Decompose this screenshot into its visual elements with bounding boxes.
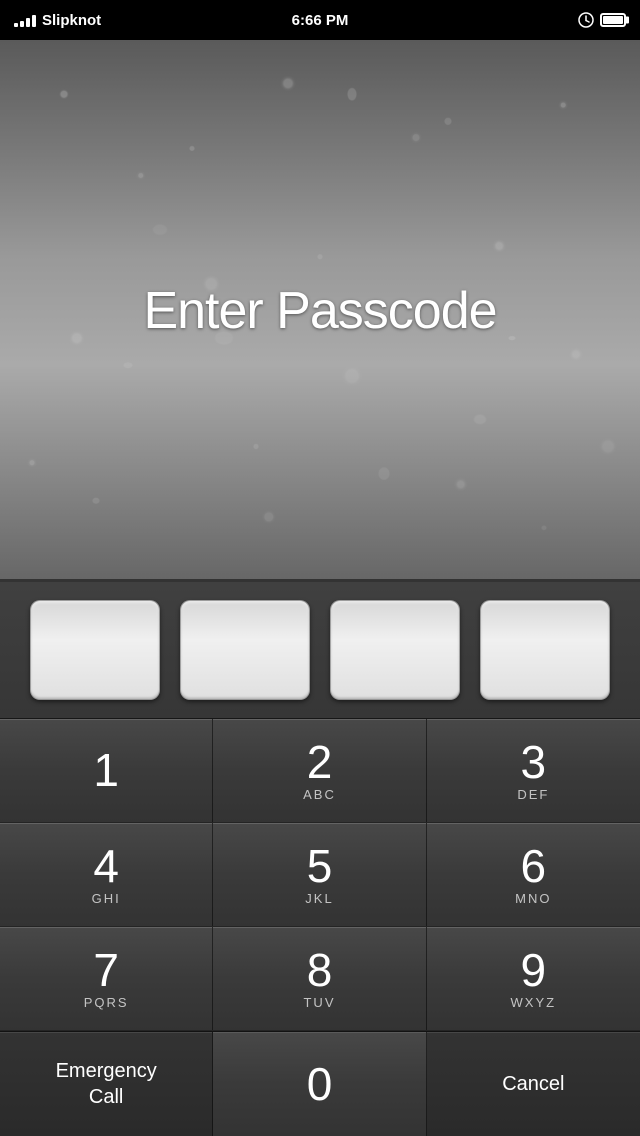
key-2-button[interactable]: 2 ABC [213,719,426,823]
emergency-call-button[interactable]: EmergencyCall [0,1032,213,1136]
key-5-letters: JKL [305,891,333,906]
key-6-number: 6 [521,843,547,889]
wallpaper-area: Enter Passcode [0,40,640,582]
app: Slipknot 6:66 PM Enter Passcode [0,0,640,1136]
key-1-number: 1 [93,747,119,793]
keypad-area: 1 2 ABC 3 DEF 4 GHI 5 JKL 6 MNO 7 PQRS 8 TUV 9 WXYZ Emer… [0,582,640,1136]
key-4-number: 4 [93,843,119,889]
passcode-box-3 [330,600,460,700]
time-display: 6:66 PM [292,12,349,29]
key-8-letters: TUV [303,995,335,1010]
key-3-number: 3 [521,739,547,785]
number-grid: 1 2 ABC 3 DEF 4 GHI 5 JKL 6 MNO 7 PQRS 8 TUV 9 WXYZ [0,718,640,1031]
passcode-title: Enter Passcode [143,281,496,341]
key-7-button[interactable]: 7 PQRS [0,927,213,1031]
bottom-row: EmergencyCall 0 Cancel [0,1031,640,1136]
key-5-number: 5 [307,843,333,889]
status-left: Slipknot [14,12,101,29]
key-7-letters: PQRS [84,995,129,1010]
key-2-number: 2 [307,739,333,785]
status-right [578,12,626,28]
clock-icon [578,12,594,28]
passcode-box-1 [30,600,160,700]
key-5-button[interactable]: 5 JKL [213,823,426,927]
cancel-label: Cancel [502,1071,564,1097]
key-3-button[interactable]: 3 DEF [427,719,640,823]
key-2-letters: ABC [303,787,336,802]
signal-bars-icon [14,13,36,27]
key-1-button[interactable]: 1 [0,719,213,823]
carrier-label: Slipknot [42,12,101,29]
key-0-button[interactable]: 0 [213,1032,426,1136]
key-8-number: 8 [307,947,333,993]
status-bar: Slipknot 6:66 PM [0,0,640,40]
key-0-number: 0 [307,1057,333,1111]
key-3-letters: DEF [517,787,549,802]
key-6-button[interactable]: 6 MNO [427,823,640,927]
passcode-input-row [0,582,640,718]
key-7-number: 7 [93,947,119,993]
key-9-button[interactable]: 9 WXYZ [427,927,640,1031]
key-4-button[interactable]: 4 GHI [0,823,213,927]
battery-icon [600,13,626,27]
key-4-letters: GHI [92,891,121,906]
key-8-button[interactable]: 8 TUV [213,927,426,1031]
cancel-button[interactable]: Cancel [427,1032,640,1136]
passcode-box-2 [180,600,310,700]
key-9-number: 9 [521,947,547,993]
emergency-call-label: EmergencyCall [56,1058,157,1110]
key-6-letters: MNO [515,891,551,906]
passcode-box-4 [480,600,610,700]
key-9-letters: WXYZ [511,995,557,1010]
